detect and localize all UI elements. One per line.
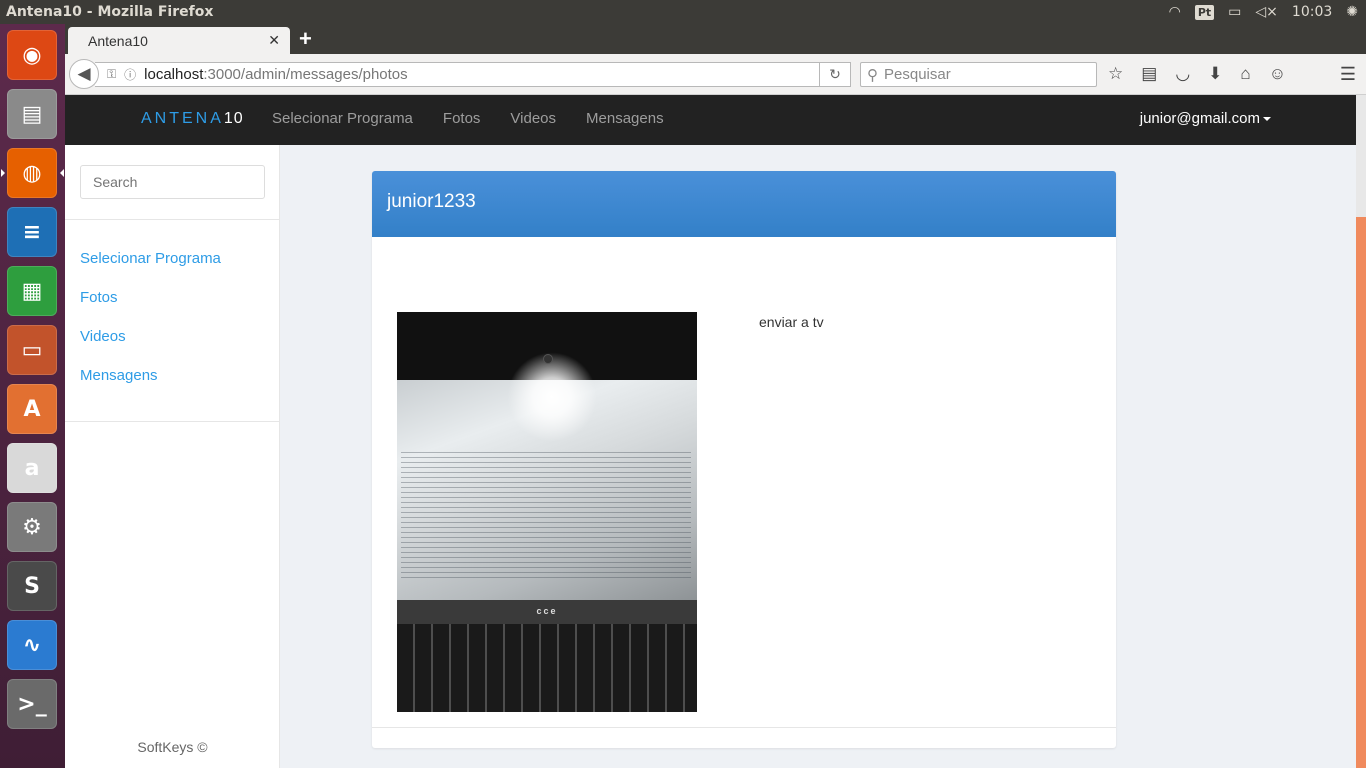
reading-list-icon[interactable]: ▤ (1141, 64, 1157, 84)
system-top-panel: Antena10 - Mozilla Firefox ◠ Pt ▭ ◁× 10:… (0, 0, 1366, 24)
app-navbar: ANTENA10 Selecionar Programa Fotos Video… (65, 95, 1356, 145)
url-bar[interactable]: ⚿ ⓘ localhost:3000/admin/messages/photos (95, 62, 851, 87)
clock[interactable]: 10:03 (1292, 4, 1332, 20)
nav-link-videos[interactable]: Videos (510, 110, 556, 127)
brand-text: ANTENA (141, 110, 224, 127)
send-to-tv-link[interactable]: enviar a tv (759, 314, 824, 330)
photo-keyboard (397, 624, 697, 712)
message-username: junior1233 (387, 191, 476, 212)
window-title: Antena10 - Mozilla Firefox (6, 4, 214, 20)
nav-link-fotos[interactable]: Fotos (443, 110, 481, 127)
back-arrow-icon: ◀ (77, 64, 91, 83)
launcher-system-monitor-icon[interactable]: ∿ (7, 620, 57, 670)
user-email: junior@gmail.com (1139, 110, 1260, 127)
launcher-terminal-icon[interactable]: >_ (7, 679, 57, 729)
launcher-sublime-text-icon[interactable]: S (7, 561, 57, 611)
sidebar-item-videos[interactable]: Videos (80, 328, 221, 345)
brand-number: 10 (223, 110, 244, 127)
panel-footer (372, 727, 1116, 748)
nav-link-selecionar-programa[interactable]: Selecionar Programa (272, 110, 413, 127)
sidebar-item-selecionar-programa[interactable]: Selecionar Programa (80, 250, 221, 267)
indicator-area: ◠ Pt ▭ ◁× 10:03 ✺ (1169, 0, 1358, 24)
chat-icon[interactable]: ☺ (1269, 64, 1286, 84)
nav-links: Selecionar Programa Fotos Videos Mensage… (272, 110, 664, 127)
sidebar-links: Selecionar Programa Fotos Videos Mensage… (80, 250, 221, 384)
info-icon[interactable]: ⓘ (124, 66, 136, 83)
scrollbar-thumb[interactable] (1356, 217, 1366, 768)
unity-launcher: ◉ ▤ ◍ ≡ ▦ ▭ Aa ⚙ S ∿ >_ (0, 24, 65, 768)
launcher-focused-indicator (60, 169, 64, 177)
search-placeholder: Pesquisar (884, 66, 951, 83)
sidebar-item-mensagens[interactable]: Mensagens (80, 367, 221, 384)
back-button[interactable]: ◀ (69, 59, 99, 89)
reload-button[interactable]: ↻ (819, 62, 851, 87)
hamburger-menu-icon[interactable]: ☰ (1340, 64, 1356, 85)
url-path: :3000/admin/messages/photos (203, 66, 408, 83)
sidebar-search-input[interactable] (80, 165, 265, 199)
toolbar-icons: ☆ ▤ ◡ ⬇ ⌂ ☺ (1108, 64, 1286, 84)
key-icon[interactable]: ⚿ (107, 67, 116, 82)
sidebar: Selecionar Programa Fotos Videos Mensage… (65, 145, 280, 768)
launcher-running-indicator (1, 169, 5, 177)
search-icon: ⚲ (867, 66, 878, 84)
photo-screen-text (401, 452, 691, 582)
panel-header: junior1233 (372, 171, 1116, 237)
footer-copyright: SoftKeys © (137, 739, 208, 755)
url-host: localhost (144, 66, 204, 83)
tab-strip: Antena10 ✕ + (65, 24, 1366, 54)
sidebar-item-fotos[interactable]: Fotos (80, 289, 221, 306)
launcher-amazon-icon[interactable]: a (7, 443, 57, 493)
divider (65, 219, 280, 220)
new-tab-icon[interactable]: + (299, 26, 312, 52)
launcher-libreoffice-impress-icon[interactable]: ▭ (7, 325, 57, 375)
download-icon[interactable]: ⬇ (1208, 64, 1222, 84)
divider (65, 421, 280, 422)
nav-link-mensagens[interactable]: Mensagens (586, 110, 664, 127)
caret-down-icon (1263, 117, 1271, 122)
photo-webcam (543, 354, 553, 364)
keyboard-layout-indicator[interactable]: Pt (1194, 4, 1215, 20)
photo-brand-bezel: cce (397, 600, 697, 624)
gear-icon[interactable]: ✺ (1346, 4, 1358, 20)
user-menu[interactable]: junior@gmail.com (1140, 110, 1271, 127)
brand-logo[interactable]: ANTENA10 (141, 110, 244, 128)
launcher-software-center-icon[interactable]: A (7, 384, 57, 434)
battery-icon[interactable]: ▭ (1228, 4, 1241, 20)
launcher-libreoffice-writer-icon[interactable]: ≡ (7, 207, 57, 257)
message-photo[interactable]: cce (397, 312, 697, 712)
web-page: ANTENA10 Selecionar Programa Fotos Video… (65, 95, 1356, 768)
tab-antena10[interactable]: Antena10 ✕ (68, 27, 290, 54)
photo-glare (507, 352, 597, 442)
navigation-toolbar: ⚿ ⓘ localhost:3000/admin/messages/photos… (65, 54, 1366, 95)
home-icon[interactable]: ⌂ (1240, 64, 1250, 84)
bookmark-star-icon[interactable]: ☆ (1108, 64, 1123, 84)
reload-icon: ↻ (829, 66, 841, 82)
pocket-icon[interactable]: ◡ (1175, 64, 1190, 84)
launcher-libreoffice-calc-icon[interactable]: ▦ (7, 266, 57, 316)
close-tab-icon[interactable]: ✕ (268, 32, 280, 49)
launcher-system-settings-icon[interactable]: ⚙ (7, 502, 57, 552)
firefox-window: Antena10 ✕ + ⚿ ⓘ localhost:3000/admin/me… (65, 24, 1366, 768)
tab-title: Antena10 (88, 32, 148, 49)
page-scrollbar[interactable] (1356, 95, 1366, 768)
volume-muted-icon[interactable]: ◁× (1255, 4, 1278, 20)
message-panel: junior1233 cce enviar a tv (372, 171, 1116, 748)
search-bar[interactable]: ⚲ Pesquisar (860, 62, 1097, 87)
launcher-ubuntu-dash-icon[interactable]: ◉ (7, 30, 57, 80)
launcher-files-icon[interactable]: ▤ (7, 89, 57, 139)
wifi-icon[interactable]: ◠ (1169, 4, 1181, 20)
launcher-firefox-icon[interactable]: ◍ (7, 148, 57, 198)
